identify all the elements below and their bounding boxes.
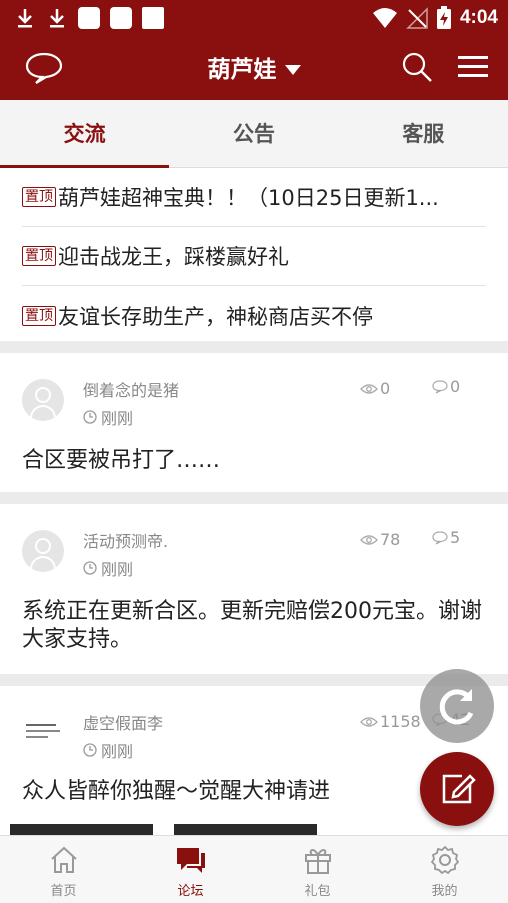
pinned-badge: 置顶 bbox=[22, 246, 56, 266]
post-content: 合区要被吊打了…… bbox=[22, 448, 221, 473]
app-icon bbox=[110, 7, 132, 29]
eye-icon bbox=[360, 383, 378, 394]
clock-icon bbox=[83, 410, 97, 424]
reply-count-text: 5 bbox=[450, 528, 461, 547]
no-signal-icon bbox=[406, 7, 428, 29]
settings-icon bbox=[430, 845, 459, 875]
post-time: 刚刚 bbox=[83, 738, 133, 762]
caret-down-icon bbox=[284, 64, 301, 75]
view-count: 0 bbox=[360, 379, 390, 398]
avatar[interactable] bbox=[22, 530, 64, 572]
pinned-title: 迎击战龙王，踩楼赢好礼 bbox=[58, 245, 289, 269]
app-icon bbox=[142, 7, 164, 29]
wifi-icon bbox=[372, 8, 397, 28]
pinned-title: 友谊长存助生产，神秘商店买不停 bbox=[58, 304, 373, 329]
pinned-item[interactable]: 置顶 葫芦娃超神宝典！！（10日25日更新1... bbox=[22, 168, 486, 227]
bottom-nav: 首页 论坛 礼包 我的 bbox=[0, 835, 508, 903]
comment-icon bbox=[432, 530, 448, 545]
post-time: 刚刚 bbox=[83, 405, 133, 429]
status-bar: 4:04 bbox=[0, 0, 508, 36]
reply-count: 0 bbox=[432, 377, 460, 396]
app-title: 葫芦娃 bbox=[207, 57, 277, 83]
post-time: 刚刚 bbox=[83, 556, 133, 580]
pinned-item[interactable]: 置顶 友谊长存助生产，神秘商店买不停 bbox=[22, 286, 486, 345]
compose-button[interactable] bbox=[420, 752, 494, 826]
pinned-list: 置顶 葫芦娃超神宝典！！（10日25日更新1... 置顶 迎击战龙王，踩楼赢好礼… bbox=[0, 168, 508, 345]
nav-gift[interactable]: 礼包 bbox=[254, 836, 381, 903]
comment-icon bbox=[432, 379, 448, 394]
post-time-text: 刚刚 bbox=[101, 409, 134, 428]
download-icon bbox=[14, 6, 36, 30]
app-icon bbox=[78, 7, 100, 29]
post-time-text: 刚刚 bbox=[101, 742, 134, 761]
post-item[interactable]: 活动预测帝. 刚刚 78 5 系统正在更新合区。更新完赔偿200元宝。谢谢大家支… bbox=[0, 504, 508, 674]
battery-charging-icon bbox=[436, 6, 451, 29]
refresh-button[interactable] bbox=[420, 669, 494, 743]
search-icon[interactable] bbox=[400, 50, 434, 84]
gift-icon bbox=[304, 849, 331, 874]
post-content: 系统正在更新合区。更新完赔偿200元宝。谢谢大家支持。 bbox=[22, 599, 482, 652]
clock-icon bbox=[83, 561, 97, 575]
avatar[interactable] bbox=[22, 379, 64, 421]
section-divider bbox=[0, 492, 508, 504]
status-time: 4:04 bbox=[459, 7, 498, 28]
nav-gift-label: 礼包 bbox=[304, 884, 331, 899]
view-count-text: 1158 bbox=[380, 712, 421, 731]
pinned-badge: 置顶 bbox=[22, 187, 56, 207]
eye-icon bbox=[360, 716, 378, 727]
tab-customer-service[interactable]: 客服 bbox=[339, 100, 508, 167]
post-time-text: 刚刚 bbox=[101, 560, 134, 579]
refresh-icon bbox=[439, 689, 474, 725]
system-icons: 4:04 bbox=[372, 6, 498, 30]
nav-forum-label: 论坛 bbox=[177, 884, 204, 899]
nav-home-label: 首页 bbox=[50, 884, 77, 899]
clock-icon bbox=[83, 743, 97, 757]
view-count: 78 bbox=[360, 530, 400, 549]
avatar[interactable] bbox=[22, 712, 64, 754]
forum-icon bbox=[176, 848, 205, 873]
post-content: 众人皆醉你独醒～觉醒大神请进 bbox=[22, 779, 331, 804]
compose-icon bbox=[442, 774, 476, 804]
view-count: 1158 bbox=[360, 712, 421, 731]
nav-home[interactable]: 首页 bbox=[0, 836, 127, 903]
reply-count: 5 bbox=[432, 528, 460, 547]
view-count-text: 0 bbox=[380, 379, 391, 398]
reply-count-text: 0 bbox=[450, 377, 461, 396]
pinned-badge: 置顶 bbox=[22, 305, 56, 326]
tab-exchange[interactable]: 交流 bbox=[0, 100, 170, 168]
pinned-item[interactable]: 置顶 迎击战龙王，踩楼赢好礼 bbox=[22, 227, 486, 286]
download-icon bbox=[46, 6, 68, 30]
menu-icon[interactable] bbox=[456, 52, 490, 82]
nav-profile-label: 我的 bbox=[431, 884, 458, 899]
home-icon bbox=[50, 846, 77, 873]
pinned-title: 葫芦娃超神宝典！！（10日25日更新1... bbox=[58, 186, 439, 210]
app-bar: 葫芦娃 bbox=[0, 36, 508, 100]
nav-profile[interactable]: 我的 bbox=[381, 836, 508, 903]
post-author[interactable]: 倒着念的是猪 bbox=[83, 377, 179, 401]
eye-icon bbox=[360, 534, 378, 545]
section-divider bbox=[0, 341, 508, 353]
post-item[interactable]: 倒着念的是猪 刚刚 0 0 合区要被吊打了…… bbox=[0, 353, 508, 492]
post-author[interactable]: 虚空假面李 bbox=[83, 710, 163, 734]
notification-icons bbox=[14, 6, 164, 30]
view-count-text: 78 bbox=[380, 530, 401, 549]
tab-bar: 交流 公告 客服 bbox=[0, 100, 508, 168]
post-author[interactable]: 活动预测帝. bbox=[83, 528, 168, 552]
nav-forum[interactable]: 论坛 bbox=[127, 836, 254, 903]
tab-announcements[interactable]: 公告 bbox=[169, 100, 338, 167]
